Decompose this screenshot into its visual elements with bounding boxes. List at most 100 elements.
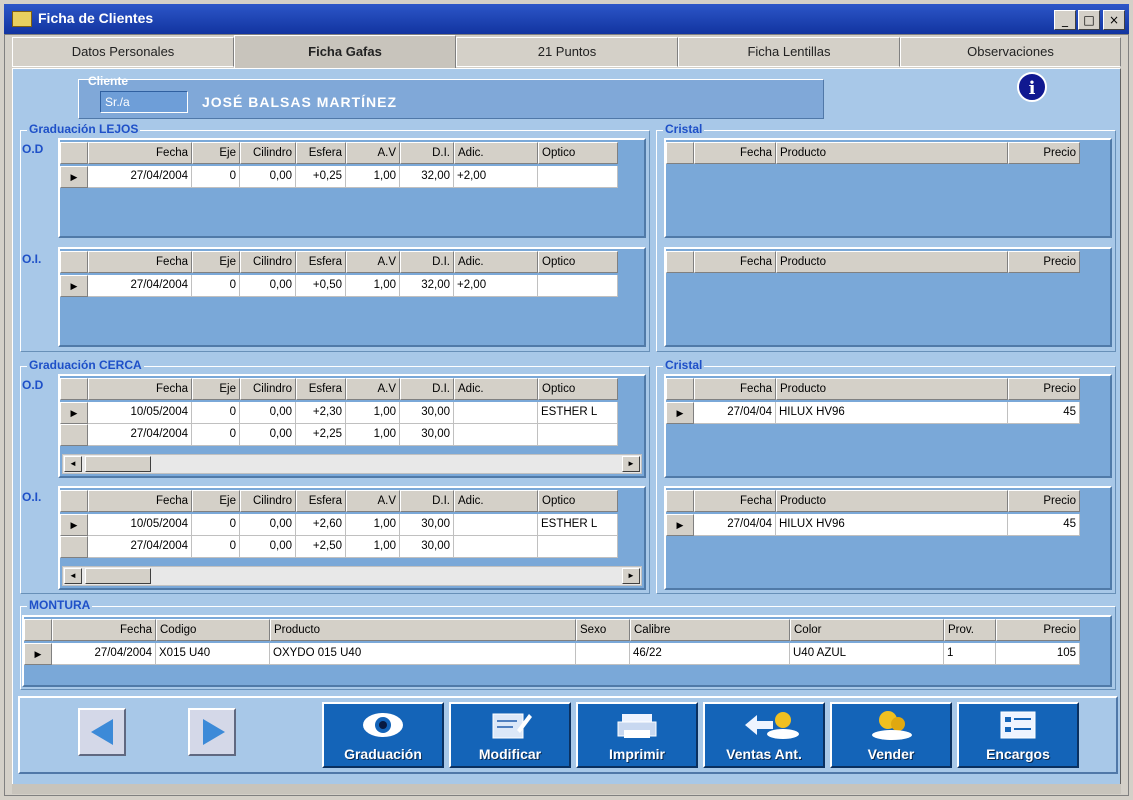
info-icon[interactable]: i bbox=[1017, 72, 1047, 102]
table-cell[interactable]: 0 bbox=[192, 275, 240, 297]
column-header[interactable]: A.V bbox=[346, 142, 400, 164]
column-header[interactable]: D.I. bbox=[400, 251, 454, 273]
table-cell[interactable] bbox=[454, 402, 538, 424]
column-header[interactable]: Fecha bbox=[88, 378, 192, 400]
column-header[interactable]: Producto bbox=[776, 251, 1008, 273]
table-row[interactable]: ▶ 27/04/2004 0 0,00 +0,50 1,00 32,00 +2,00 bbox=[60, 275, 618, 297]
table-row[interactable]: ▶ 27/04/04 HILUX HV96 45 bbox=[666, 514, 1080, 536]
table-cell[interactable]: 46/22 bbox=[630, 643, 790, 665]
cristal-lejos-od-grid[interactable]: Fecha Producto Precio bbox=[664, 138, 1112, 238]
table-cell[interactable]: 27/04/2004 bbox=[88, 424, 192, 446]
row-selector[interactable]: ▶ bbox=[24, 643, 52, 665]
table-row[interactable]: 27/04/2004 0 0,00 +2,25 1,00 30,00 bbox=[60, 424, 618, 446]
table-cell[interactable]: 0,00 bbox=[240, 166, 296, 188]
column-header[interactable]: Adic. bbox=[454, 378, 538, 400]
table-cell[interactable]: +0,25 bbox=[296, 166, 346, 188]
table-cell[interactable]: 30,00 bbox=[400, 424, 454, 446]
modificar-button[interactable]: Modificar bbox=[449, 702, 571, 768]
column-header[interactable]: Producto bbox=[776, 142, 1008, 164]
column-header[interactable]: Fecha bbox=[88, 142, 192, 164]
tab-datos-personales[interactable]: Datos Personales bbox=[12, 37, 234, 67]
column-header[interactable]: Precio bbox=[996, 619, 1080, 641]
table-cell[interactable]: X015 U40 bbox=[156, 643, 270, 665]
column-header[interactable]: Optico bbox=[538, 490, 618, 512]
table-cell[interactable]: 1,00 bbox=[346, 424, 400, 446]
column-header[interactable]: Codigo bbox=[156, 619, 270, 641]
table-cell[interactable]: 1 bbox=[944, 643, 996, 665]
column-header[interactable]: D.I. bbox=[400, 142, 454, 164]
column-header[interactable]: Precio bbox=[1008, 142, 1080, 164]
table-cell[interactable]: ESTHER L bbox=[538, 514, 618, 536]
table-cell[interactable]: 1,00 bbox=[346, 166, 400, 188]
vender-button[interactable]: Vender bbox=[830, 702, 952, 768]
table-cell[interactable]: 10/05/2004 bbox=[88, 514, 192, 536]
table-cell[interactable] bbox=[454, 514, 538, 536]
table-cell[interactable]: 30,00 bbox=[400, 536, 454, 558]
table-cell[interactable]: 1,00 bbox=[346, 275, 400, 297]
column-header[interactable]: Fecha bbox=[88, 251, 192, 273]
imprimir-button[interactable]: Imprimir bbox=[576, 702, 698, 768]
column-header[interactable]: Eje bbox=[192, 142, 240, 164]
column-header[interactable]: Esfera bbox=[296, 378, 346, 400]
table-cell[interactable]: ESTHER L bbox=[538, 402, 618, 424]
column-header[interactable]: Cilindro bbox=[240, 251, 296, 273]
column-header[interactable]: Fecha bbox=[694, 490, 776, 512]
table-cell[interactable]: 32,00 bbox=[400, 166, 454, 188]
scroll-thumb[interactable] bbox=[85, 456, 151, 472]
table-cell[interactable]: +2,00 bbox=[454, 166, 538, 188]
table-cell[interactable]: +2,50 bbox=[296, 536, 346, 558]
tab-ficha-lentillas[interactable]: Ficha Lentillas bbox=[678, 37, 900, 67]
cristal-cerca-oi-grid[interactable]: Fecha Producto Precio ▶ 27/04/04 HILUX HV96 45 bbox=[664, 486, 1112, 590]
table-cell[interactable] bbox=[538, 166, 618, 188]
table-cell[interactable]: 30,00 bbox=[400, 402, 454, 424]
table-cell[interactable]: +2,00 bbox=[454, 275, 538, 297]
table-cell[interactable] bbox=[576, 643, 630, 665]
table-cell[interactable]: 0 bbox=[192, 536, 240, 558]
column-header[interactable]: Prov. bbox=[944, 619, 996, 641]
table-cell[interactable]: 27/04/2004 bbox=[52, 643, 156, 665]
table-row[interactable]: ▶ 10/05/2004 0 0,00 +2,30 1,00 30,00 ESTHER L bbox=[60, 402, 618, 424]
table-row[interactable]: ▶ 27/04/2004 X015 U40 OXYDO 015 U40 46/22 U40… bbox=[24, 643, 1080, 665]
table-cell[interactable]: 27/04/2004 bbox=[88, 275, 192, 297]
column-header[interactable]: Eje bbox=[192, 251, 240, 273]
table-cell[interactable]: 27/04/2004 bbox=[88, 536, 192, 558]
scroll-left-arrow-icon[interactable]: ◄ bbox=[64, 456, 82, 472]
table-cell[interactable]: 0 bbox=[192, 166, 240, 188]
tab-ficha-gafas[interactable]: Ficha Gafas bbox=[234, 35, 456, 69]
ventas-anteriores-button[interactable]: Ventas Ant. bbox=[703, 702, 825, 768]
table-cell[interactable]: 0,00 bbox=[240, 514, 296, 536]
column-header[interactable]: Optico bbox=[538, 251, 618, 273]
column-header[interactable]: Producto bbox=[270, 619, 576, 641]
cristal-lejos-oi-grid[interactable]: Fecha Producto Precio bbox=[664, 247, 1112, 347]
table-cell[interactable]: 45 bbox=[1008, 402, 1080, 424]
row-selector[interactable] bbox=[60, 424, 88, 446]
column-header[interactable]: Fecha bbox=[52, 619, 156, 641]
scroll-right-arrow-icon[interactable]: ► bbox=[622, 456, 640, 472]
column-header[interactable]: Fecha bbox=[694, 378, 776, 400]
table-cell[interactable]: 45 bbox=[1008, 514, 1080, 536]
table-cell[interactable]: HILUX HV96 bbox=[776, 514, 1008, 536]
table-row[interactable]: ▶ 27/04/04 HILUX HV96 45 bbox=[666, 402, 1080, 424]
column-header[interactable]: Fecha bbox=[694, 251, 776, 273]
row-selector[interactable]: ▶ bbox=[60, 275, 88, 297]
table-cell[interactable]: 0 bbox=[192, 424, 240, 446]
row-selector[interactable] bbox=[60, 536, 88, 558]
table-cell[interactable]: 1,00 bbox=[346, 536, 400, 558]
horizontal-scrollbar[interactable]: ◄ ► bbox=[62, 566, 642, 586]
table-cell[interactable]: 0,00 bbox=[240, 402, 296, 424]
table-row[interactable]: ▶ 10/05/2004 0 0,00 +2,60 1,00 30,00 ESTHER L bbox=[60, 514, 618, 536]
column-header[interactable]: Eje bbox=[192, 490, 240, 512]
cristal-cerca-od-grid[interactable]: Fecha Producto Precio ▶ 27/04/04 HILUX HV96 45 bbox=[664, 374, 1112, 478]
column-header[interactable]: Esfera bbox=[296, 490, 346, 512]
column-header[interactable]: Sexo bbox=[576, 619, 630, 641]
table-cell[interactable]: +0,50 bbox=[296, 275, 346, 297]
close-button[interactable]: × bbox=[1103, 10, 1125, 30]
table-cell[interactable]: 0,00 bbox=[240, 424, 296, 446]
table-cell[interactable] bbox=[454, 536, 538, 558]
column-header[interactable]: Optico bbox=[538, 142, 618, 164]
table-cell[interactable]: +2,25 bbox=[296, 424, 346, 446]
tab-21-puntos[interactable]: 21 Puntos bbox=[456, 37, 678, 67]
next-button[interactable] bbox=[188, 708, 236, 756]
table-row[interactable]: ▶ 27/04/2004 0 0,00 +0,25 1,00 32,00 +2,00 bbox=[60, 166, 618, 188]
column-header[interactable]: Color bbox=[790, 619, 944, 641]
